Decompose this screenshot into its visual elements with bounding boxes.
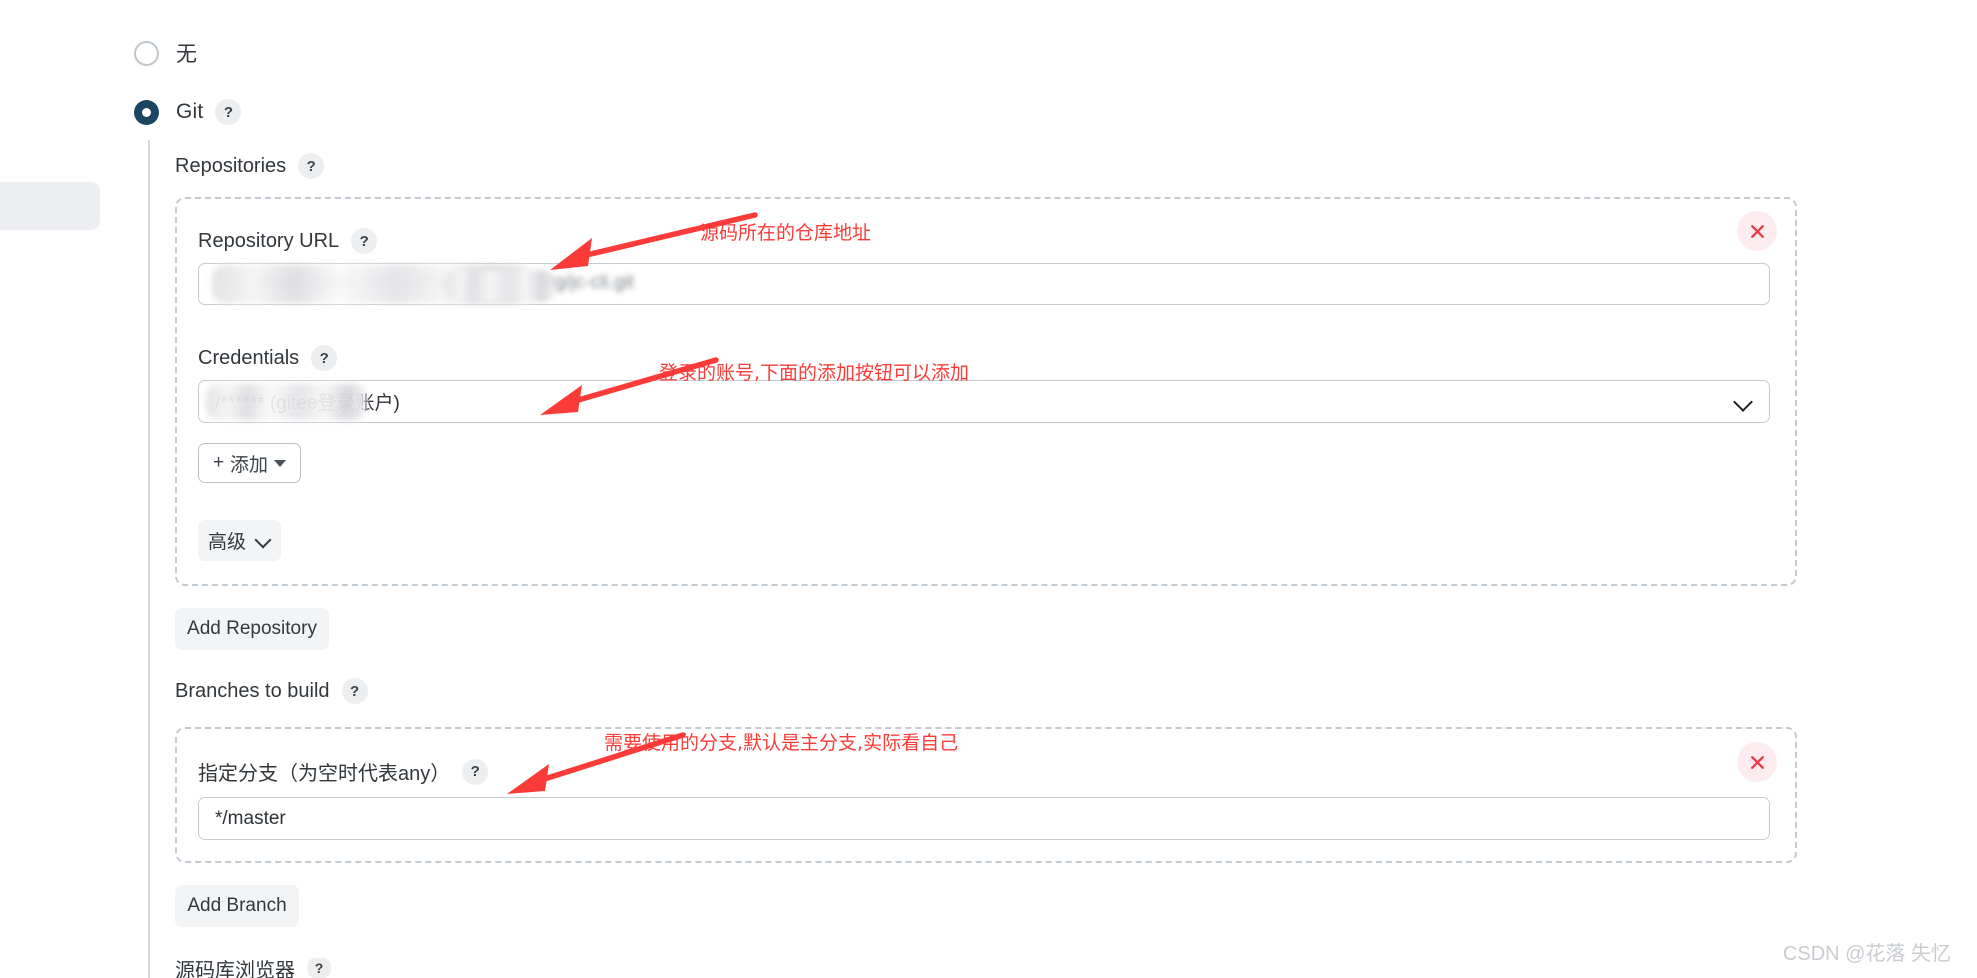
branch-block [175,727,1797,863]
add-credentials-button[interactable]: + 添加 [198,443,301,483]
credentials-label-text: Credentials [198,346,300,369]
sidebar-chip-remnant [0,182,100,230]
branches-section-label: Branches to build ? [175,678,368,704]
repositories-label-text: Repositories [175,154,287,177]
radio-indicator-git[interactable] [134,99,159,125]
radio-indicator-none[interactable] [134,40,159,66]
help-icon-branches[interactable]: ? [341,678,368,704]
scm-configuration-page: 无 Git ? Repositories ? Repository URL ? … [0,0,1977,978]
annotation-text-credentials: 登录的账号,下面的添加按钮可以添加 [659,362,970,384]
add-credentials-label: 添加 [230,454,269,476]
watermark: CSDN @花落 失忆 [1782,943,1951,965]
repository-url-label: Repository URL ? [198,228,378,254]
remove-repository-button[interactable] [1737,211,1777,251]
help-icon-repository-url[interactable]: ? [351,228,378,254]
radio-option-none[interactable]: 无 [134,38,197,68]
chevron-down-icon-advanced [256,533,271,548]
repository-url-label-text: Repository URL [198,229,340,252]
credentials-select[interactable]: /****** (gitee登录账户) [198,380,1770,423]
section-vertical-divider [148,140,150,978]
remove-branch-button[interactable] [1737,742,1777,782]
annotation-text-branch: 需要使用的分支,默认是主分支,实际看自己 [604,732,959,754]
branch-specifier-label: 指定分支（为空时代表any） ? [198,757,489,786]
radio-dot [142,107,151,117]
repository-browser-label: 源码库浏览器 ? [175,958,515,978]
credentials-selected-value: /****** (gitee登录账户) [215,393,400,414]
repositories-section-label: Repositories ? [175,153,325,179]
help-icon-repositories[interactable]: ? [298,153,325,179]
advanced-button[interactable]: 高级 [198,520,281,561]
radio-option-git[interactable]: Git ? [134,99,242,125]
close-icon [1750,755,1764,769]
radio-label-none: 无 [176,43,198,66]
close-icon [1750,224,1764,238]
credentials-label: Credentials ? [198,345,338,371]
branch-specifier-label-text: 指定分支（为空时代表any） [198,763,451,785]
radio-label-git: Git [176,100,204,123]
add-branch-label: Add Branch [187,895,287,916]
add-credentials-prefix: + [212,452,225,473]
chevron-down-icon [1735,393,1753,411]
add-repository-button[interactable]: Add Repository [175,608,329,650]
help-icon-repository-browser[interactable]: ? [307,958,331,978]
help-icon-branch-specifier[interactable]: ? [462,758,489,785]
repository-browser-label-text: 源码库浏览器 [175,959,295,978]
branches-label-text: Branches to build [175,679,330,702]
annotation-text-repository-url: 源码所在的仓库地址 [700,222,872,244]
advanced-label: 高级 [207,532,246,553]
add-repository-label: Add Repository [187,618,317,639]
help-icon-credentials[interactable]: ? [311,345,338,371]
repository-url-redacted-text: https://gitee.com/xxxxxxxx/xx-kelong/jc-… [258,272,634,293]
caret-down-icon [274,459,287,467]
add-branch-button[interactable]: Add Branch [175,885,299,927]
help-icon-git[interactable]: ? [215,99,242,125]
branch-specifier-input[interactable] [198,797,1770,840]
